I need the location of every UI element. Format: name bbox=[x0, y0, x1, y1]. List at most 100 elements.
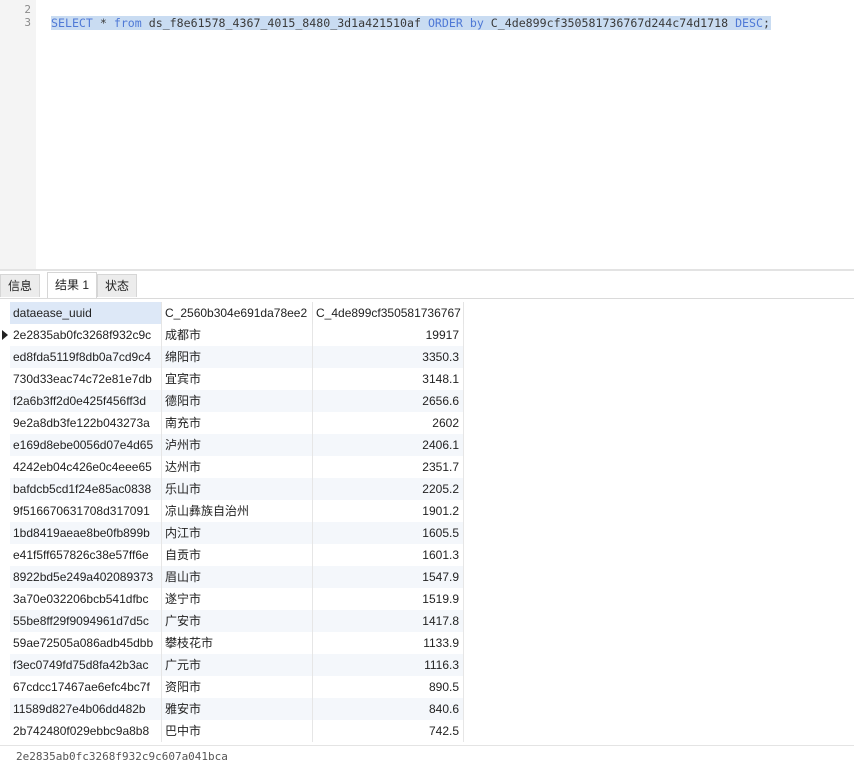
table-row[interactable]: e41f5ff657826c38e57ff6e 自贡市 1601.3 bbox=[0, 544, 470, 566]
table-cell[interactable]: 雅安市 bbox=[162, 698, 313, 720]
table-cell[interactable]: 11589d827e4b06dd482b bbox=[10, 698, 162, 720]
table-cell[interactable]: 广安市 bbox=[162, 610, 313, 632]
table-cell[interactable]: 1601.3 bbox=[313, 544, 464, 566]
table-row[interactable]: 2e2835ab0fc3268f932c9c 成都市 19917 bbox=[0, 324, 470, 346]
table-cell[interactable]: 攀枝花市 bbox=[162, 632, 313, 654]
table-cell[interactable]: e41f5ff657826c38e57ff6e bbox=[10, 544, 162, 566]
column-header[interactable]: C_2560b304e691da78ee2 bbox=[162, 302, 313, 324]
table-cell[interactable]: 3148.1 bbox=[313, 368, 464, 390]
table-cell[interactable]: 内江市 bbox=[162, 522, 313, 544]
tab-result-1[interactable]: 结果 1 bbox=[47, 272, 98, 298]
table-row[interactable]: f2a6b3ff2d0e425f456ff3d 德阳市 2656.6 bbox=[0, 390, 470, 412]
table-cell[interactable]: 绵阳市 bbox=[162, 346, 313, 368]
table-cell[interactable]: 2406.1 bbox=[313, 434, 464, 456]
table-cell[interactable]: 宜宾市 bbox=[162, 368, 313, 390]
tab-info[interactable]: 信息 bbox=[0, 274, 41, 297]
table-row[interactable]: 2b742480f029ebbc9a8b8 巴中市 742.5 bbox=[0, 720, 470, 742]
table-cell[interactable]: 达州市 bbox=[162, 456, 313, 478]
sql-text: C_4de899cf350581736767d244c74d1718 bbox=[483, 16, 736, 30]
grid-header: dataease_uuid C_2560b304e691da78ee2 C_4d… bbox=[0, 302, 470, 324]
tab-status[interactable]: 状态 bbox=[97, 274, 138, 297]
table-cell[interactable]: bafdcb5cd1f24e85ac0838 bbox=[10, 478, 162, 500]
table-row[interactable]: 11589d827e4b06dd482b 雅安市 840.6 bbox=[0, 698, 470, 720]
table-cell[interactable]: 德阳市 bbox=[162, 390, 313, 412]
table-row[interactable]: 4242eb04c426e0c4eee65 达州市 2351.7 bbox=[0, 456, 470, 478]
table-row[interactable]: e169d8ebe0056d07e4d65 泸州市 2406.1 bbox=[0, 434, 470, 456]
table-cell[interactable]: 3350.3 bbox=[313, 346, 464, 368]
table-cell[interactable]: ed8fda5119f8db0a7cd9c4 bbox=[10, 346, 162, 368]
sql-keyword: SELECT bbox=[51, 16, 93, 30]
table-cell[interactable]: 眉山市 bbox=[162, 566, 313, 588]
table-row[interactable]: ed8fda5119f8db0a7cd9c4 绵阳市 3350.3 bbox=[0, 346, 470, 368]
table-row[interactable]: 55be8ff29f9094961d7d5c 广安市 1417.8 bbox=[0, 610, 470, 632]
table-cell[interactable]: 1901.2 bbox=[313, 500, 464, 522]
result-grid[interactable]: dataease_uuid C_2560b304e691da78ee2 C_4d… bbox=[0, 302, 854, 742]
column-header[interactable]: C_4de899cf350581736767 bbox=[313, 302, 464, 324]
table-cell[interactable]: 9f516670631708d317091 bbox=[10, 500, 162, 522]
table-cell[interactable]: 自贡市 bbox=[162, 544, 313, 566]
sql-editor[interactable]: 2 3 SELECT * from ds_f8e61578_4367_4015_… bbox=[0, 0, 854, 270]
table-cell[interactable]: 4242eb04c426e0c4eee65 bbox=[10, 456, 162, 478]
table-row[interactable]: 67cdcc17467ae6efc4bc7f 资阳市 890.5 bbox=[0, 676, 470, 698]
table-row[interactable]: 59ae72505a086adb45dbb 攀枝花市 1133.9 bbox=[0, 632, 470, 654]
table-cell[interactable]: 成都市 bbox=[162, 324, 313, 346]
line-number-gutter bbox=[0, 0, 36, 270]
table-row[interactable]: 9e2a8db3fe122b043273a 南充市 2602 bbox=[0, 412, 470, 434]
table-cell[interactable]: e169d8ebe0056d07e4d65 bbox=[10, 434, 162, 456]
table-cell[interactable]: 1133.9 bbox=[313, 632, 464, 654]
table-cell[interactable]: 59ae72505a086adb45dbb bbox=[10, 632, 162, 654]
table-cell[interactable]: 1605.5 bbox=[313, 522, 464, 544]
table-row[interactable]: bafdcb5cd1f24e85ac0838 乐山市 2205.2 bbox=[0, 478, 470, 500]
table-cell[interactable]: 资阳市 bbox=[162, 676, 313, 698]
table-cell[interactable]: 乐山市 bbox=[162, 478, 313, 500]
table-cell[interactable]: 1547.9 bbox=[313, 566, 464, 588]
table-cell[interactable]: 8922bd5e249a402089373 bbox=[10, 566, 162, 588]
table-cell[interactable]: 3a70e032206bcb541dfbc bbox=[10, 588, 162, 610]
table-cell[interactable]: 南充市 bbox=[162, 412, 313, 434]
pane-splitter[interactable] bbox=[0, 269, 854, 271]
table-cell[interactable]: 1116.3 bbox=[313, 654, 464, 676]
table-row[interactable]: 9f516670631708d317091 凉山彝族自治州 1901.2 bbox=[0, 500, 470, 522]
status-bar: 2e2835ab0fc3268f932c9c607a041bca bbox=[0, 745, 854, 771]
table-cell[interactable]: 2205.2 bbox=[313, 478, 464, 500]
table-cell[interactable]: 广元市 bbox=[162, 654, 313, 676]
sql-text: ; bbox=[763, 16, 770, 30]
table-cell[interactable]: f2a6b3ff2d0e425f456ff3d bbox=[10, 390, 162, 412]
table-cell[interactable]: 67cdcc17467ae6efc4bc7f bbox=[10, 676, 162, 698]
table-cell[interactable]: 2b742480f029ebbc9a8b8 bbox=[10, 720, 162, 742]
scrolled-line-fragment bbox=[60, 0, 520, 2]
table-cell[interactable]: 55be8ff29f9094961d7d5c bbox=[10, 610, 162, 632]
table-row[interactable]: 730d33eac74c72e81e7db 宜宾市 3148.1 bbox=[0, 368, 470, 390]
table-cell[interactable]: 遂宁市 bbox=[162, 588, 313, 610]
table-cell[interactable]: 巴中市 bbox=[162, 720, 313, 742]
table-cell[interactable]: 1519.9 bbox=[313, 588, 464, 610]
table-row[interactable]: f3ec0749fd75d8fa42b3ac 广元市 1116.3 bbox=[0, 654, 470, 676]
sql-keyword: DESC bbox=[735, 16, 763, 30]
table-cell[interactable]: 730d33eac74c72e81e7db bbox=[10, 368, 162, 390]
table-cell[interactable]: 840.6 bbox=[313, 698, 464, 720]
table-cell[interactable]: 2602 bbox=[313, 412, 464, 434]
sql-keyword: from bbox=[113, 16, 142, 30]
table-cell[interactable]: 890.5 bbox=[313, 676, 464, 698]
editor-line: 3 SELECT * from ds_f8e61578_4367_4015_84… bbox=[0, 16, 854, 30]
table-row[interactable]: 1bd8419aeae8be0fb899b 内江市 1605.5 bbox=[0, 522, 470, 544]
column-header[interactable]: dataease_uuid bbox=[10, 302, 162, 324]
sql-query-text[interactable]: SELECT * from ds_f8e61578_4367_4015_8480… bbox=[51, 16, 771, 30]
table-cell[interactable]: 742.5 bbox=[313, 720, 464, 742]
table-cell[interactable]: 凉山彝族自治州 bbox=[162, 500, 313, 522]
selected-cell-value: 2e2835ab0fc3268f932c9c607a041bca bbox=[16, 750, 228, 763]
table-cell[interactable]: 9e2a8db3fe122b043273a bbox=[10, 412, 162, 434]
table-cell[interactable]: 2351.7 bbox=[313, 456, 464, 478]
table-cell[interactable]: 1bd8419aeae8be0fb899b bbox=[10, 522, 162, 544]
table-row[interactable]: 8922bd5e249a402089373 眉山市 1547.9 bbox=[0, 566, 470, 588]
table-cell[interactable]: 19917 bbox=[313, 324, 464, 346]
table-cell[interactable]: 2656.6 bbox=[313, 390, 464, 412]
sql-keyword: ORDER by bbox=[427, 16, 484, 30]
table-cell[interactable]: 泸州市 bbox=[162, 434, 313, 456]
current-row-arrow-icon bbox=[2, 330, 8, 340]
table-cell[interactable]: 1417.8 bbox=[313, 610, 464, 632]
table-cell[interactable]: 2e2835ab0fc3268f932c9c bbox=[10, 324, 162, 346]
table-row[interactable]: 3a70e032206bcb541dfbc 遂宁市 1519.9 bbox=[0, 588, 470, 610]
line-number: 3 bbox=[24, 16, 31, 29]
table-cell[interactable]: f3ec0749fd75d8fa42b3ac bbox=[10, 654, 162, 676]
